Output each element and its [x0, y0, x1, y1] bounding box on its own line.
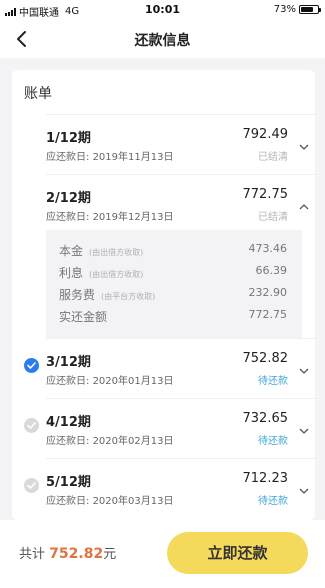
- bill-card: 账单 1/12期 应还款日: 2019年11月13日 792.49 已结清 2/…: [12, 70, 315, 520]
- installment-amount: 772.75: [242, 187, 289, 202]
- checked-radio-icon[interactable]: [24, 358, 39, 373]
- payment-footer: 共计 752.82元 立即还款: [0, 520, 325, 588]
- detail-value: 232.90: [248, 286, 288, 299]
- installment-row[interactable]: 2/12期 应还款日: 2019年12月13日 772.75 已结清: [46, 174, 315, 234]
- installment-due-date: 应还款日: 2020年02月13日: [46, 436, 174, 447]
- unchecked-radio-icon[interactable]: [24, 478, 39, 493]
- installment-amount: 752.82: [242, 351, 289, 366]
- installment-due-date: 应还款日: 2019年12月13日: [46, 212, 174, 223]
- installment-period: 1/12期: [46, 131, 91, 146]
- installment-detail-panel: 本金 (由出借方收取) 473.46 利息 (由出借方收取) 66.39 服务费 (由…: [46, 230, 302, 338]
- status-bar-right: 73%: [273, 4, 321, 15]
- installment-status: 待还款: [258, 496, 288, 507]
- detail-note: (由出借方收取): [89, 248, 144, 257]
- total-unit: 元: [103, 547, 117, 562]
- chevron-down-icon[interactable]: [299, 420, 309, 434]
- unchecked-radio-icon[interactable]: [24, 418, 39, 433]
- detail-row-interest: 利息 (由出借方收取) 66.39: [59, 262, 289, 282]
- detail-value: 473.46: [248, 242, 288, 255]
- installment-status: 待还款: [258, 436, 288, 447]
- installment-period: 5/12期: [46, 475, 91, 490]
- installment-status: 已结清: [258, 152, 288, 163]
- installment-row[interactable]: 4/12期 应还款日: 2020年02月13日 732.65 待还款: [46, 398, 315, 458]
- detail-note: (由出借方收取): [89, 270, 144, 279]
- detail-row-principal: 本金 (由出借方收取) 473.46: [59, 240, 289, 260]
- status-bar: 中国联通 4G 10:01 73%: [0, 0, 325, 20]
- battery-percent: 73%: [273, 4, 296, 15]
- chevron-down-icon[interactable]: [299, 360, 309, 374]
- installment-row[interactable]: 1/12期 应还款日: 2019年11月13日 792.49 已结清: [46, 114, 315, 174]
- battery-icon: [299, 5, 321, 14]
- installment-status: 待还款: [258, 376, 288, 387]
- detail-note: (由平台方收取): [101, 292, 156, 301]
- installment-amount: 792.49: [242, 127, 289, 142]
- installment-row[interactable]: 3/12期 应还款日: 2020年01月13日 752.82 待还款: [46, 338, 315, 398]
- bill-title: 账单: [24, 86, 52, 102]
- installment-due-date: 应还款日: 2020年03月13日: [46, 496, 174, 507]
- installment-due-date: 应还款日: 2020年01月13日: [46, 376, 174, 387]
- chevron-down-icon[interactable]: [299, 480, 309, 494]
- detail-value: 772.75: [248, 308, 288, 321]
- detail-label: 服务费: [59, 288, 96, 302]
- detail-label: 实还金额: [59, 310, 108, 324]
- installment-amount: 732.65: [242, 411, 289, 426]
- installment-period: 3/12期: [46, 355, 91, 370]
- installment-period: 4/12期: [46, 415, 91, 430]
- installment-period: 2/12期: [46, 191, 91, 206]
- chevron-down-icon[interactable]: [299, 136, 309, 150]
- total-amount: 共计 752.82元: [19, 543, 116, 562]
- detail-label: 本金: [59, 244, 84, 258]
- installment-status: 已结清: [258, 212, 288, 223]
- installment-amount: 712.23: [242, 471, 289, 486]
- pay-now-button[interactable]: 立即还款: [167, 532, 308, 574]
- detail-row-service-fee: 服务费 (由平台方收取) 232.90: [59, 284, 289, 304]
- total-label: 共计: [19, 547, 46, 562]
- detail-label: 利息: [59, 266, 84, 280]
- total-value: 752.82: [49, 546, 104, 562]
- navigation-bar: 还款信息: [0, 20, 325, 58]
- chevron-up-icon[interactable]: [299, 196, 309, 210]
- page-title: 还款信息: [134, 33, 191, 49]
- installment-row[interactable]: 5/12期 应还款日: 2020年03月13日 712.23 待还款: [46, 458, 315, 518]
- installment-due-date: 应还款日: 2019年11月13日: [46, 152, 174, 163]
- detail-row-actual-paid: 实还金额 772.75: [59, 306, 289, 326]
- detail-value: 66.39: [255, 264, 288, 277]
